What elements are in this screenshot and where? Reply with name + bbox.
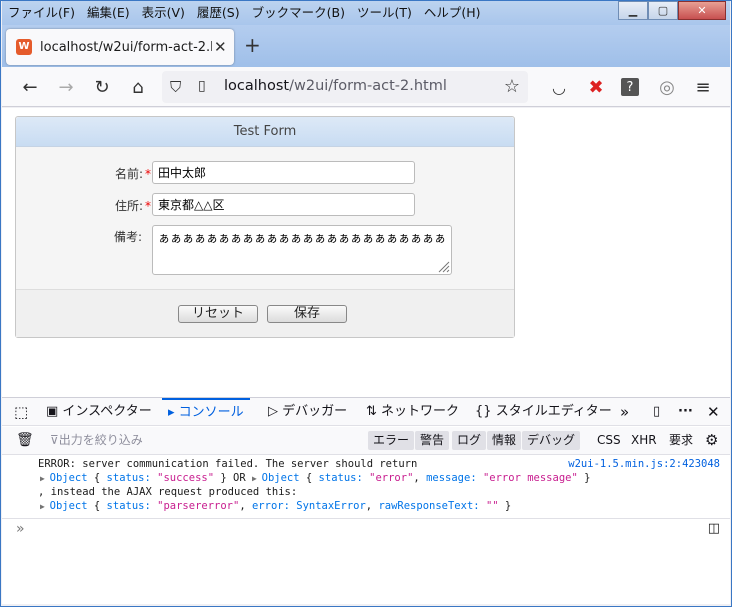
maximize-button[interactable]: ▢: [648, 1, 678, 20]
menu-help[interactable]: ヘルプ(H): [418, 3, 487, 23]
w2ui-favicon-icon: W: [16, 39, 32, 55]
menu-tools[interactable]: ツール(T): [351, 3, 418, 23]
close-devtools-icon[interactable]: ✕: [707, 398, 720, 426]
trash-icon[interactable]: 🗑: [16, 431, 34, 450]
notes-label: 備考:: [113, 230, 142, 244]
filter-input[interactable]: ⊽出力を絞り込み: [50, 431, 143, 450]
form-footer: リセット 保存: [16, 289, 514, 337]
tab-inspector[interactable]: ▣ インスペクター: [46, 398, 152, 426]
window-controls: ▁ ▢ ✕: [618, 1, 726, 20]
network-icon: ⇅: [366, 404, 382, 419]
address-input[interactable]: [152, 193, 415, 216]
menu-view[interactable]: 表示(V): [136, 3, 191, 23]
shield-icon[interactable]: ⛉: [170, 78, 181, 96]
editor-mode-icon[interactable]: ◫: [708, 521, 720, 536]
expand-triangle-icon[interactable]: ▶: [40, 474, 50, 483]
close-window-button[interactable]: ✕: [678, 1, 726, 20]
devtools-panel: ⬚ ▣ インスペクター ▸ コンソール ▷ デバッガー ⇅ ネットワーク {} …: [2, 397, 730, 604]
minimize-button[interactable]: ▁: [618, 1, 648, 20]
minimize-icon: ▁: [628, 4, 638, 17]
pocket-icon[interactable]: ◡: [545, 74, 573, 100]
log-source-link[interactable]: w2ui-1.5.min.js:2:423048: [568, 458, 720, 470]
maximize-icon: ▢: [657, 4, 669, 17]
browser-tab[interactable]: W localhost/w2ui/form-act-2.ht ✕: [6, 29, 234, 65]
browser-window: ファイル(F) 編集(E) 表示(V) 履歴(S) ブックマーク(B) ツール(…: [0, 0, 732, 607]
tab-style-editor[interactable]: {} スタイルエディター: [475, 398, 612, 426]
level-log-button[interactable]: ログ: [452, 431, 487, 450]
tab-title: localhost/w2ui/form-act-2.ht: [40, 39, 212, 55]
console-settings-gear-icon[interactable]: ⚙: [705, 431, 718, 450]
log-object-line-2[interactable]: ▶ Object { status: "parsererror", error:…: [40, 500, 511, 512]
extension-x-icon[interactable]: ✖: [582, 74, 610, 100]
hamburger-menu-icon[interactable]: ≡: [689, 74, 717, 100]
tab-network[interactable]: ⇅ ネットワーク: [366, 398, 459, 426]
required-marker: *: [145, 167, 151, 181]
tab-debugger[interactable]: ▷ デバッガー: [268, 398, 347, 426]
address-label: 住所: *: [114, 199, 151, 213]
element-picker-icon[interactable]: ⬚: [14, 398, 28, 426]
menu-edit[interactable]: 編集(E): [81, 3, 136, 23]
level-error-button[interactable]: エラー: [368, 431, 415, 450]
page-content: Test Form 名前:* 住所:* 備考: ぁぁぁぁぁぁぁぁぁぁぁぁぁぁぁぁ…: [2, 108, 730, 397]
tab-strip: W localhost/w2ui/form-act-2.ht ✕ +: [2, 25, 730, 67]
prompt-chevron-icon: »: [16, 521, 25, 537]
type-requests-button[interactable]: 要求: [669, 431, 693, 450]
forward-icon[interactable]: →: [52, 74, 80, 100]
log-text-line: , instead the AJAX request produced this…: [38, 486, 298, 498]
form-header: Test Form: [16, 117, 514, 147]
reset-button[interactable]: リセット: [178, 305, 258, 323]
reload-icon[interactable]: ↻: [88, 74, 116, 100]
console-icon: ▸: [168, 405, 179, 420]
home-icon[interactable]: ⌂: [124, 74, 152, 100]
log-object-line-1[interactable]: ▶ Object { status: "success" } OR ▶ Obje…: [40, 472, 590, 484]
level-info-button[interactable]: 情報: [487, 431, 522, 450]
expand-triangle-icon[interactable]: ▶: [40, 502, 50, 511]
log-error-line: ERROR: server communication failed. The …: [38, 458, 418, 470]
devtools-toolbar: ⬚ ▣ インスペクター ▸ コンソール ▷ デバッガー ⇅ ネットワーク {} …: [2, 398, 730, 426]
close-icon: ✕: [697, 4, 707, 17]
inspector-icon: ▣: [46, 404, 63, 419]
resize-grip-icon[interactable]: [436, 259, 450, 273]
debugger-icon: ▷: [268, 404, 283, 419]
expand-triangle-icon[interactable]: ▶: [252, 474, 262, 483]
menu-file[interactable]: ファイル(F): [2, 3, 81, 23]
menu-history[interactable]: 履歴(S): [191, 3, 246, 23]
level-warn-button[interactable]: 警告: [415, 431, 450, 450]
bookmark-star-icon[interactable]: ☆: [504, 76, 520, 97]
back-icon[interactable]: ←: [16, 74, 44, 100]
tab-console[interactable]: ▸ コンソール: [162, 398, 250, 426]
notes-textarea[interactable]: ぁぁぁぁぁぁぁぁぁぁぁぁぁぁぁぁぁぁぁぁぁぁぁぁ: [152, 225, 452, 275]
navigation-bar: ← → ↻ ⌂ ⛉ ▯ localhost/w2ui/form-act-2.ht…: [2, 67, 730, 107]
console-input[interactable]: » ◫: [2, 518, 730, 540]
dock-icon[interactable]: ▯: [653, 398, 660, 426]
style-editor-icon: {}: [475, 404, 496, 419]
menu-bookmarks[interactable]: ブックマーク(B): [246, 3, 351, 23]
console-filter-bar: 🗑 ⊽出力を絞り込み エラー 警告 ログ 情報 デバッグ CSS XHR 要求 …: [2, 427, 730, 455]
save-button[interactable]: 保存: [267, 305, 347, 323]
level-debug-button[interactable]: デバッグ: [522, 431, 581, 450]
more-options-icon[interactable]: ···: [678, 398, 693, 426]
filter-icon: ⊽: [50, 433, 59, 447]
type-xhr-button[interactable]: XHR: [631, 431, 657, 450]
more-tabs-icon[interactable]: »: [620, 398, 629, 426]
test-form: Test Form 名前:* 住所:* 備考: ぁぁぁぁぁぁぁぁぁぁぁぁぁぁぁぁ…: [15, 116, 515, 338]
tab-close-icon[interactable]: ✕: [214, 38, 227, 56]
menu-bar: ファイル(F) 編集(E) 表示(V) 履歴(S) ブックマーク(B) ツール(…: [2, 1, 730, 25]
help-extension-icon[interactable]: ?: [621, 78, 639, 96]
page-icon[interactable]: ▯: [198, 78, 206, 94]
name-label: 名前: *: [114, 167, 151, 181]
type-css-button[interactable]: CSS: [597, 431, 621, 450]
name-input[interactable]: [152, 161, 415, 184]
new-tab-icon[interactable]: +: [244, 33, 261, 57]
required-marker: *: [145, 199, 151, 213]
url-text[interactable]: localhost/w2ui/form-act-2.html: [224, 78, 447, 94]
account-icon[interactable]: ◎: [653, 74, 681, 100]
url-bar[interactable]: ⛉ ▯ localhost/w2ui/form-act-2.html ☆: [162, 71, 528, 103]
